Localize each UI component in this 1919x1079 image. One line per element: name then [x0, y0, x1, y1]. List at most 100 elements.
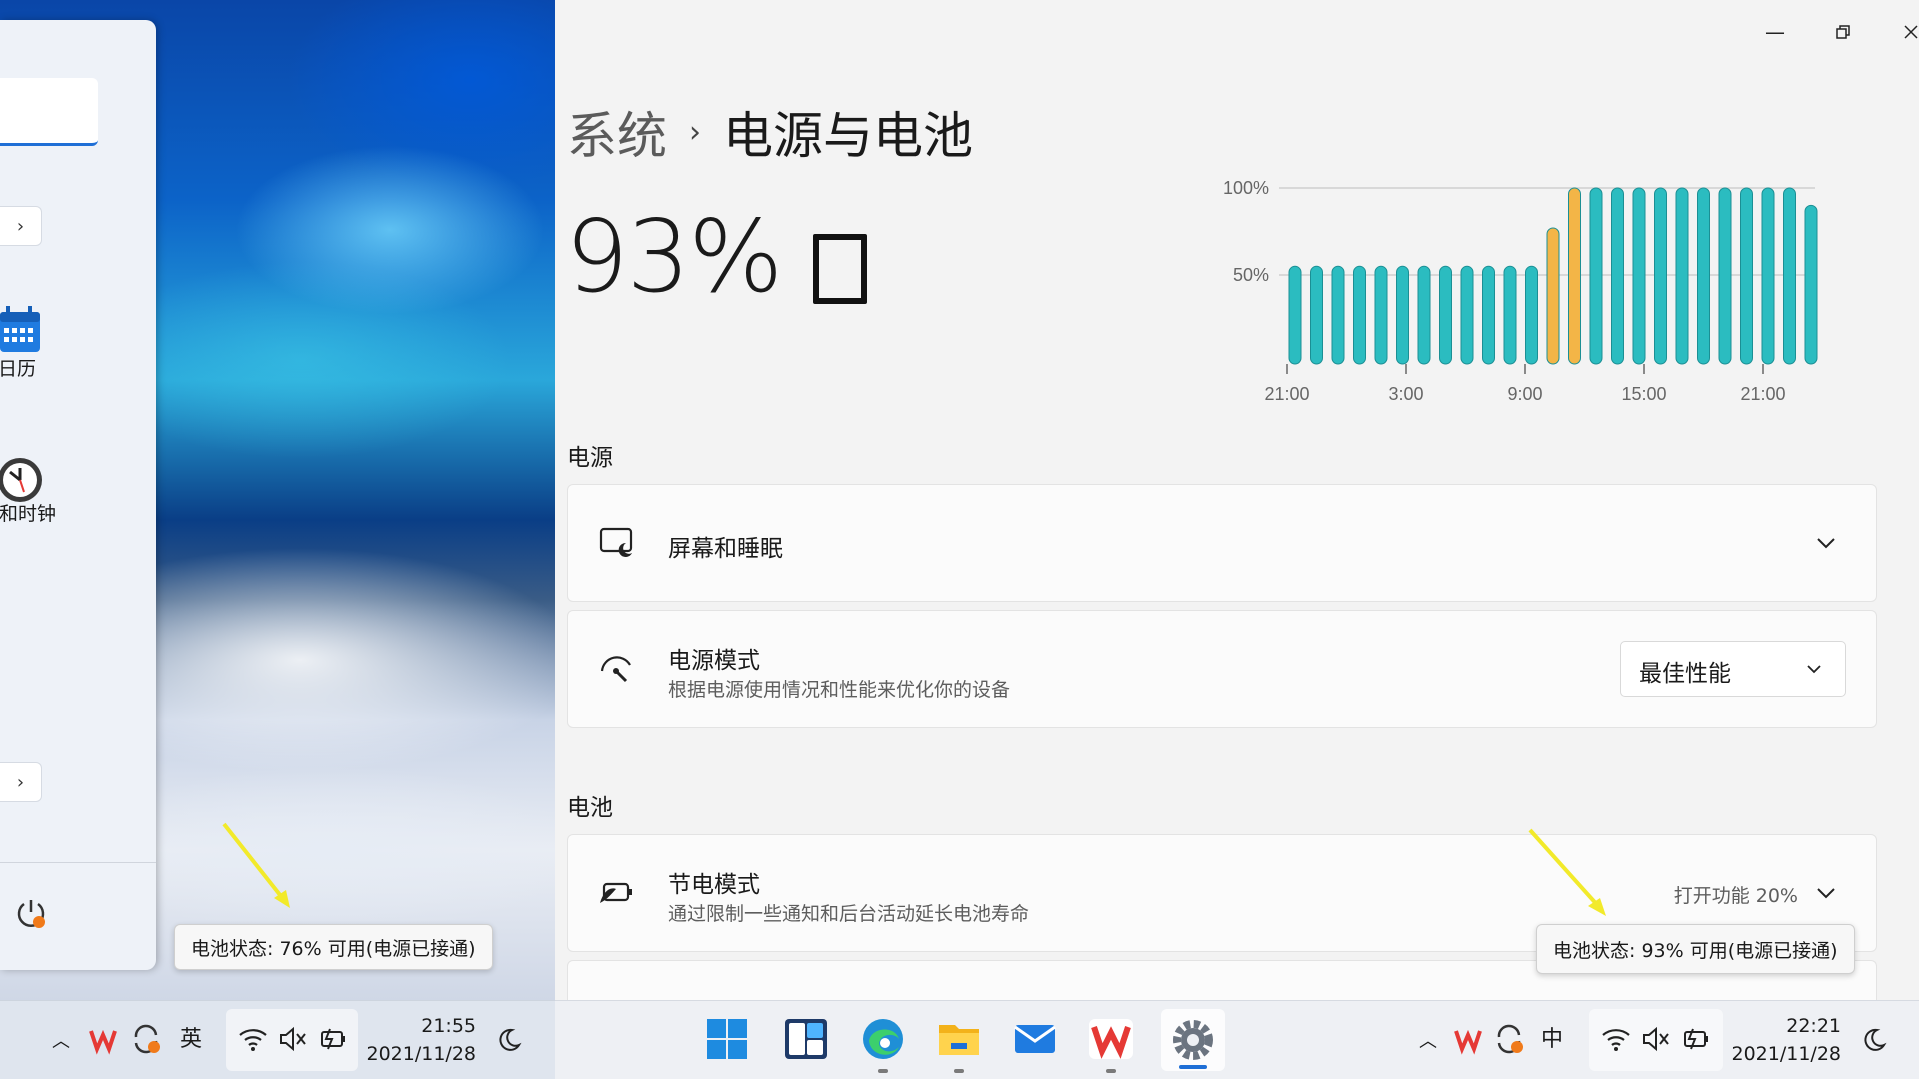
- calendar-icon[interactable]: [0, 306, 42, 354]
- chart-bar: [1783, 187, 1796, 365]
- clock-time[interactable]: 22:21: [1731, 1013, 1841, 1039]
- calendar-label: 日历: [0, 358, 37, 380]
- focus-moon-icon[interactable]: [1861, 1027, 1887, 1053]
- show-hidden-icons-button[interactable]: ︿: [1413, 1025, 1443, 1055]
- tooltip-text: 电池状态: 76% 可用(电源已接通): [191, 937, 476, 960]
- all-apps-button[interactable]: ›: [0, 206, 42, 246]
- battery-level-icon: [813, 234, 867, 304]
- power-mode-value: 最佳性能: [1639, 661, 1731, 687]
- quick-settings-button[interactable]: [1589, 1009, 1723, 1071]
- alarm-clock-label: 钟和时钟: [0, 503, 57, 525]
- wps-icon[interactable]: [88, 1025, 118, 1055]
- battery-tooltip-right: 电池状态: 93% 可用(电源已接通): [1536, 924, 1855, 974]
- settings-taskbar-button[interactable]: [1161, 1009, 1225, 1071]
- ime-indicator[interactable]: 英: [180, 1027, 202, 1053]
- settings-active-indicator: [1179, 1065, 1207, 1069]
- battery-saver-subtitle: 通过限制一些通知和后台活动延长电池寿命: [668, 903, 1030, 925]
- focus-moon-icon[interactable]: [496, 1027, 522, 1053]
- start-windows-icon[interactable]: [707, 1019, 747, 1059]
- close-button[interactable]: [1891, 12, 1919, 52]
- chart-bar: [1654, 187, 1667, 365]
- minimize-icon: —: [1765, 20, 1785, 44]
- widgets-icon[interactable]: [785, 1019, 827, 1059]
- battery-charging-icon: [321, 1028, 345, 1050]
- chart-ytick-label: 50%: [1233, 265, 1269, 285]
- ime-indicator[interactable]: 中: [1541, 1027, 1563, 1053]
- taskbar-right: ︿ 中 22:21 2021/11/28: [555, 1000, 1919, 1079]
- close-icon: [1904, 25, 1918, 39]
- settings-gear-icon: [1173, 1020, 1213, 1060]
- chart-bar: [1568, 187, 1581, 365]
- chart-xtick-label: 3:00: [1388, 384, 1423, 404]
- chart-bar: [1310, 265, 1323, 365]
- chart-bar: [1288, 265, 1302, 365]
- sync-icon[interactable]: [1493, 1023, 1525, 1055]
- sync-icon[interactable]: [130, 1023, 162, 1055]
- wps-running-indicator: [1106, 1069, 1116, 1073]
- screen-sleep-card[interactable]: 屏幕和睡眠: [567, 484, 1877, 602]
- chart-bar: [1632, 187, 1646, 365]
- minimize-button[interactable]: —: [1755, 12, 1795, 52]
- chart-xtick-label: 9:00: [1507, 384, 1542, 404]
- power-mode-card: 电源模式 根据电源使用情况和性能来优化你的设备 最佳性能: [567, 610, 1877, 728]
- annotation-arrow: [222, 822, 290, 908]
- explorer-running-indicator: [954, 1069, 964, 1073]
- power-section-title: 电源: [567, 445, 613, 471]
- screen-sleep-icon: [599, 527, 633, 557]
- battery-percentage: 93%: [565, 198, 783, 315]
- taskbar-left: ︿ 英 21:55 2021/11/28: [0, 1000, 555, 1079]
- chart-bar: [1675, 187, 1689, 365]
- quick-settings-button[interactable]: [226, 1009, 358, 1071]
- wps-icon[interactable]: [1453, 1025, 1483, 1055]
- chevron-right-icon: ›: [16, 771, 25, 793]
- restore-icon: [1836, 25, 1850, 39]
- page-title: 电源与电池: [723, 107, 973, 165]
- chevron-up-icon: ︿: [1419, 1031, 1437, 1052]
- chevron-down-icon: [1807, 665, 1821, 674]
- power-mode-subtitle: 根据电源使用情况和性能来优化你的设备: [668, 679, 1011, 701]
- power-mode-select[interactable]: 最佳性能: [1620, 641, 1846, 697]
- breadcrumb-chevron-icon: ›: [689, 114, 701, 150]
- start-search-box[interactable]: [0, 78, 98, 146]
- clock-date[interactable]: 2021/11/28: [1731, 1041, 1841, 1067]
- chevron-down-icon[interactable]: [1814, 531, 1838, 555]
- chart-bar: [1417, 265, 1431, 365]
- chart-bar: [1331, 265, 1345, 365]
- chart-bar: [1353, 265, 1366, 365]
- chart-bar: [1374, 265, 1388, 365]
- chart-bar: [1503, 265, 1517, 365]
- battery-charging-icon: [1684, 1028, 1708, 1050]
- chevron-up-icon: ︿: [52, 1031, 70, 1052]
- power-mode-title: 电源模式: [668, 648, 760, 674]
- breadcrumb-system-link[interactable]: 系统: [567, 96, 667, 168]
- edge-running-indicator: [878, 1069, 888, 1073]
- chart-bar: [1740, 187, 1753, 365]
- edge-browser-icon[interactable]: [861, 1017, 905, 1061]
- restore-button[interactable]: [1823, 12, 1863, 52]
- battery-tooltip-left: 电池状态: 76% 可用(电源已接通): [174, 924, 493, 970]
- clock-time[interactable]: 21:55: [366, 1013, 476, 1039]
- clock-date[interactable]: 2021/11/28: [366, 1041, 476, 1067]
- chart-bar: [1439, 265, 1452, 365]
- chart-bar: [1761, 187, 1775, 365]
- power-icon[interactable]: [14, 896, 48, 930]
- settings-window: — 系统 › 电源与电池 93% 100% 50% 21:00 3:00 9:00 15:…: [555, 0, 1919, 1020]
- file-explorer-icon[interactable]: [937, 1019, 981, 1059]
- more-button[interactable]: ›: [0, 762, 42, 802]
- volume-muted-icon: [280, 1026, 306, 1052]
- chart-bar: [1611, 187, 1624, 365]
- wifi-icon: [1602, 1029, 1630, 1051]
- chart-bar: [1525, 265, 1538, 365]
- mail-icon[interactable]: [1013, 1021, 1057, 1057]
- chevron-down-icon[interactable]: [1814, 881, 1838, 905]
- battery-section-title: 电池: [567, 795, 613, 821]
- battery-saver-title: 节电模式: [668, 872, 760, 898]
- volume-muted-icon: [1643, 1026, 1669, 1052]
- annotation-arrow: [1528, 828, 1606, 916]
- battery-level-chart: 100% 50% 21:00 3:00 9:00 15:00 21:00: [1205, 170, 1835, 414]
- start-menu-panel: › 日历 钟和时钟 ›: [0, 20, 156, 970]
- chart-ytick-label: 100%: [1223, 178, 1269, 198]
- show-hidden-icons-button[interactable]: ︿: [46, 1025, 76, 1055]
- wifi-icon: [239, 1029, 267, 1051]
- wps-office-icon[interactable]: [1089, 1019, 1133, 1059]
